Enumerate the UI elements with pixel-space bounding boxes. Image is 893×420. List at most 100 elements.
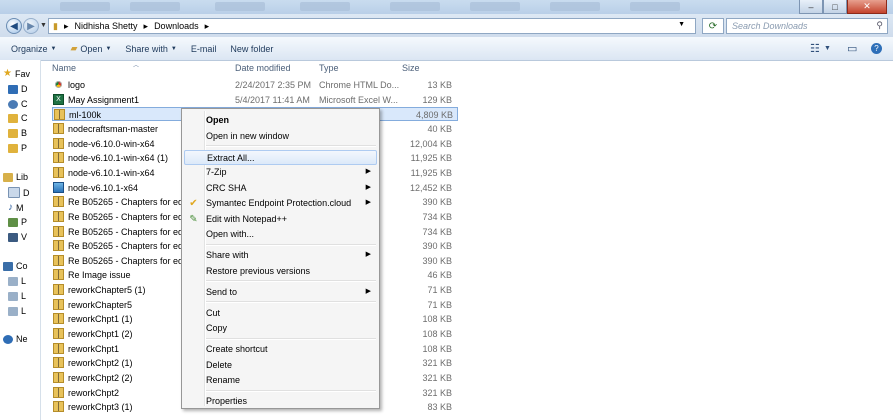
search-input[interactable]: Search Downloads ⚲: [726, 18, 888, 34]
menu-item-edit-with-notepad[interactable]: ✎ Edit with Notepad++: [184, 212, 377, 227]
menu-item-copy[interactable]: Copy: [184, 321, 377, 336]
maximize-button[interactable]: □: [823, 0, 847, 14]
column-header-name[interactable]: Name: [52, 63, 76, 73]
share-with-label: Share with: [125, 43, 168, 54]
menu-item-send-to[interactable]: Send to ▶: [184, 285, 377, 300]
file-name: node-v6.10.1-win-x64 (1): [68, 153, 169, 164]
menu-item-delete[interactable]: Delete: [184, 358, 377, 373]
menu-item-rename[interactable]: Rename: [184, 373, 377, 388]
chevron-down-icon[interactable]: ▼: [824, 45, 831, 52]
open-button[interactable]: ▰ Open ▼: [70, 43, 111, 54]
nav-libraries[interactable]: Lib: [3, 172, 28, 182]
menu-item-extract-all[interactable]: Extract All...: [184, 149, 377, 165]
new-folder-label: New folder: [230, 43, 274, 54]
nav-label: L: [21, 276, 27, 286]
zip-folder-icon: [53, 313, 64, 325]
help-icon[interactable]: ?: [871, 43, 882, 54]
back-arrow-icon[interactable]: ◀: [6, 18, 22, 34]
zip-folder-icon: [53, 254, 64, 266]
menu-item-label: Restore previous versions: [206, 265, 311, 276]
file-name: reworkChpt2 (1): [68, 358, 133, 369]
breadcrumb-downloads[interactable]: Downloads: [154, 21, 199, 31]
installer-icon: [53, 181, 64, 193]
breadcrumb-chevron-icon[interactable]: ▸: [205, 21, 210, 32]
menu-item-7-zip[interactable]: 7-Zip ▶: [184, 165, 377, 180]
menu-item-share-with[interactable]: Share with ▶: [184, 248, 377, 263]
zip-folder-icon: [53, 196, 64, 208]
nav-favorites[interactable]: ★ Fav: [3, 68, 30, 79]
column-header-size[interactable]: Size: [402, 63, 420, 73]
file-name: reworkChapter5 (1): [68, 285, 146, 296]
file-name: logo: [68, 80, 86, 90]
file-name: reworkChpt3 (1): [68, 402, 133, 413]
user-folder-icon: [8, 143, 18, 153]
breadcrumb-chevron-icon[interactable]: ▸: [64, 21, 69, 32]
search-placeholder: Search Downloads: [732, 21, 808, 31]
breadcrumb-user[interactable]: Nidhisha Shetty: [74, 21, 137, 31]
menu-item-cut[interactable]: Cut: [184, 306, 377, 321]
nav-label: L: [21, 306, 27, 316]
search-icon[interactable]: ⚲: [876, 20, 883, 31]
share-with-button[interactable]: Share with ▼: [125, 44, 176, 54]
nav-item[interactable]: B: [8, 128, 27, 138]
minimize-button[interactable]: –: [799, 0, 823, 14]
preview-pane-icon[interactable]: ▭: [847, 42, 857, 55]
menu-item-open[interactable]: Open: [184, 113, 377, 128]
submenu-arrow-icon: ▶: [365, 183, 371, 191]
address-bar-row: ◀ ▶ ▼ ▮ ▸ Nidhisha Shetty ▸ Downloads ▸ …: [0, 14, 893, 37]
nav-item[interactable]: C: [8, 113, 28, 123]
forward-arrow-icon[interactable]: ▶: [23, 18, 39, 34]
address-bar[interactable]: ▮ ▸ Nidhisha Shetty ▸ Downloads ▸ ▼: [48, 18, 696, 34]
breadcrumb-chevron-icon[interactable]: ▸: [144, 21, 149, 32]
nav-desktop[interactable]: D: [8, 84, 28, 94]
check-icon: ✔: [189, 198, 198, 209]
chevron-down-icon: ▼: [50, 45, 57, 52]
nav-music[interactable]: ♪ M: [8, 202, 24, 213]
nav-computer[interactable]: Co: [3, 261, 28, 271]
menu-separator: [206, 301, 376, 303]
column-header-type[interactable]: Type: [319, 63, 339, 73]
nav-documents[interactable]: D: [8, 187, 30, 198]
nav-item[interactable]: C: [8, 99, 28, 109]
menu-item-open-in-new-window[interactable]: Open in new window: [184, 129, 377, 144]
menu-item-label: CRC SHA: [206, 182, 247, 193]
zip-folder-icon: [53, 152, 64, 164]
file-size: 11,925 KB: [410, 167, 452, 178]
nav-pictures[interactable]: P: [8, 217, 27, 227]
table-row[interactable]: logo 2/24/2017 2:35 PM Chrome HTML Do... 13…: [52, 78, 458, 92]
new-folder-button[interactable]: New folder: [230, 44, 273, 54]
menu-item-symantec-endpoint-protection-cloud[interactable]: ✔ Symantec Endpoint Protection.cloud ▶: [184, 196, 377, 211]
column-header-date[interactable]: Date modified: [235, 63, 291, 73]
view-options-icon[interactable]: ☷: [810, 42, 820, 55]
file-size: 40 KB: [427, 123, 452, 134]
table-row[interactable]: X May Assignment1 5/4/2017 11:41 AM Microso…: [52, 93, 458, 107]
file-name: reworkChpt2 (2): [68, 373, 133, 383]
taskbar-tab-blur: [630, 2, 680, 11]
menu-item-restore-previous-versions[interactable]: Restore previous versions: [184, 264, 377, 279]
menu-item-open-with[interactable]: Open with...: [184, 227, 377, 242]
zip-folder-icon: [54, 109, 65, 121]
menu-item-crc-sha[interactable]: CRC SHA ▶: [184, 181, 377, 196]
nav-videos[interactable]: V: [8, 232, 27, 242]
network-icon: [3, 334, 13, 344]
chevron-down-icon: ▼: [170, 45, 177, 52]
menu-item-properties[interactable]: Properties: [184, 394, 377, 409]
email-button[interactable]: E-mail: [191, 44, 217, 54]
nav-network[interactable]: Ne: [3, 334, 28, 344]
menu-item-create-shortcut[interactable]: Create shortcut: [184, 342, 377, 357]
close-button[interactable]: ✕: [847, 0, 887, 14]
refresh-icon[interactable]: ⟳: [702, 18, 724, 34]
nav-drive[interactable]: L: [8, 291, 26, 301]
file-name: Re B05265 - Chapters for editin: [68, 241, 184, 252]
nav-drive[interactable]: L: [8, 276, 26, 286]
menu-item-label: Open with...: [206, 229, 255, 239]
nav-drive[interactable]: L: [8, 306, 26, 316]
nav-item[interactable]: P: [8, 143, 27, 153]
address-dropdown-icon[interactable]: ▼: [678, 21, 685, 28]
recent-pages-dropdown-icon[interactable]: ▼: [40, 22, 47, 29]
context-menu: Open Open in new window Extract All... 7-Zi…: [181, 108, 380, 409]
excel-icon: X: [53, 93, 64, 105]
chevron-down-icon: ▼: [105, 45, 112, 52]
organize-button[interactable]: Organize ▼: [11, 44, 56, 54]
taskbar-tab-blur: [470, 2, 520, 11]
